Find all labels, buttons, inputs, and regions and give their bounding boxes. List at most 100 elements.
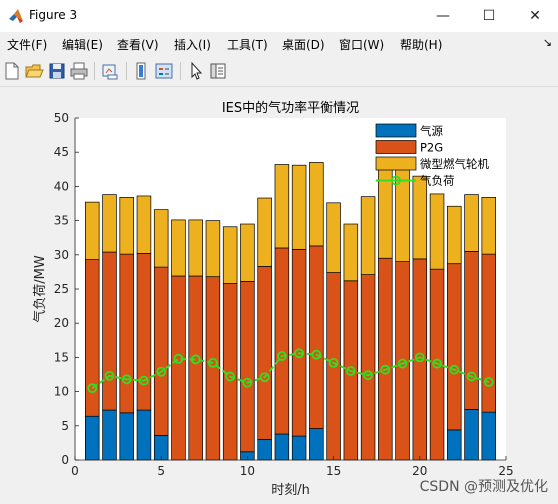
x-tick-label: 15	[326, 464, 341, 478]
y-tick-label: 25	[54, 282, 69, 296]
legend-swatch	[375, 123, 417, 138]
pointer-icon[interactable]	[186, 61, 206, 81]
micro-turbine-bar	[343, 223, 359, 282]
micro-turbine-bar	[222, 226, 238, 284]
save-icon[interactable]	[47, 61, 67, 81]
legend-swatch	[375, 140, 417, 154]
y-tick-label: 40	[54, 179, 69, 193]
minimize-button[interactable]: —	[420, 0, 466, 32]
figure-area: 0 5 10 15 20 25 0 5 10 15 20 25 30 35 40 45 50 IES中的气功率平衡…	[0, 87, 558, 504]
toolbar	[0, 56, 558, 87]
micro-turbine-bar	[205, 220, 221, 278]
p2g-bar	[171, 275, 186, 461]
chart-title: IES中的气功率平衡情况	[222, 100, 359, 116]
p2g-bar	[395, 261, 410, 461]
property-editor-icon[interactable]	[208, 61, 228, 81]
p2g-bar	[274, 247, 290, 435]
p2g-bar	[102, 251, 117, 411]
menu-help[interactable]: 帮助(H)	[400, 36, 442, 53]
p2g-bar	[447, 263, 462, 431]
legend-label: 气负荷	[420, 174, 455, 188]
gas-source-bar	[136, 409, 152, 461]
colorbar-icon[interactable]	[132, 61, 152, 81]
x-tick-label: 10	[240, 464, 255, 478]
y-tick-label: 35	[54, 214, 69, 228]
p2g-bar	[481, 253, 497, 413]
legend-label: P2G	[420, 141, 443, 155]
p2g-bar	[378, 257, 393, 461]
menu-desktop[interactable]: 桌面(D)	[282, 36, 325, 53]
toolbar-separator	[126, 62, 127, 80]
micro-turbine-bar	[464, 194, 479, 252]
menu-overflow-arrow[interactable]: ↘	[543, 36, 552, 49]
y-tick-label: 15	[54, 350, 69, 364]
gas-source-bar	[102, 409, 117, 461]
x-tick-label: 0	[71, 464, 79, 478]
close-button[interactable]: ✕	[512, 0, 558, 32]
maximize-button[interactable]: ☐	[466, 0, 512, 32]
y-tick-label: 30	[54, 248, 69, 262]
micro-turbine-bar	[136, 195, 152, 254]
micro-turbine-bar	[188, 219, 203, 277]
micro-turbine-bar	[153, 209, 169, 268]
p2g-bar	[119, 253, 134, 414]
micro-turbine-bar	[171, 219, 186, 277]
menu-window[interactable]: 窗口(W)	[339, 36, 384, 53]
micro-turbine-bar	[447, 205, 462, 265]
p2g-bar	[136, 253, 152, 411]
micro-turbine-bar	[309, 162, 324, 247]
link-plot-icon[interactable]	[100, 61, 120, 81]
y-tick-label: 45	[54, 145, 69, 159]
y-tick-label: 0	[61, 453, 69, 467]
y-axis-label: 气负荷/MW	[32, 255, 48, 323]
gas-source-bar	[481, 411, 497, 461]
toolbar-separator	[94, 62, 95, 80]
micro-turbine-bar	[360, 196, 376, 275]
gas-source-bar	[257, 439, 272, 461]
gas-source-bar	[84, 415, 100, 461]
gas-source-bar	[274, 433, 290, 461]
micro-turbine-bar	[481, 196, 497, 255]
toolbar-separator	[180, 62, 181, 80]
legend-label: 微型燃气轮机	[420, 157, 489, 171]
open-file-icon[interactable]	[24, 61, 44, 81]
x-tick-label: 5	[157, 464, 165, 478]
window-title: Figure 3	[29, 8, 78, 22]
y-tick-label: 50	[54, 111, 69, 125]
micro-turbine-bar	[378, 160, 393, 259]
micro-turbine-bar	[84, 201, 100, 260]
p2g-bar	[309, 245, 324, 429]
legend-label: 气源	[420, 124, 443, 138]
micro-turbine-bar	[257, 197, 272, 267]
p2g-bar	[205, 276, 221, 461]
print-icon[interactable]	[69, 61, 89, 81]
chart-canvas[interactable]: 0 5 10 15 20 2505101520253035404550IES中的气功率平衡…	[0, 87, 558, 504]
gas-source-bar	[464, 409, 479, 461]
gas-source-bar	[309, 428, 324, 461]
micro-turbine-bar	[119, 196, 134, 255]
p2g-bar	[464, 251, 479, 410]
y-tick-label: 5	[61, 419, 69, 433]
micro-turbine-bar	[240, 223, 255, 282]
gas-source-bar	[119, 412, 134, 461]
gas-source-bar	[291, 435, 307, 461]
new-figure-icon[interactable]	[2, 61, 22, 81]
p2g-bar	[153, 266, 169, 436]
menu-file[interactable]: 文件(F)	[7, 36, 47, 53]
p2g-bar	[188, 275, 203, 461]
menu-bar: 文件(F) 编辑(E) 查看(V) 插入(I) 工具(T) 桌面(D) 窗口(W…	[0, 32, 558, 56]
title-bar: Figure 3 — ☐ ✕	[0, 0, 558, 32]
micro-turbine-bar	[429, 193, 445, 270]
legend-icon[interactable]	[154, 61, 174, 81]
x-axis-label: 时刻/h	[271, 483, 310, 498]
watermark: CSDN @预测及优化	[419, 479, 548, 495]
menu-tools[interactable]: 工具(T)	[227, 36, 268, 53]
micro-turbine-bar	[102, 194, 117, 253]
menu-view[interactable]: 查看(V)	[117, 36, 159, 53]
menu-insert[interactable]: 插入(I)	[174, 36, 211, 53]
p2g-bar	[412, 258, 428, 461]
legend-swatch	[375, 156, 417, 171]
menu-edit[interactable]: 编辑(E)	[62, 36, 103, 53]
y-tick-label: 10	[54, 385, 69, 399]
p2g-bar	[257, 266, 272, 440]
